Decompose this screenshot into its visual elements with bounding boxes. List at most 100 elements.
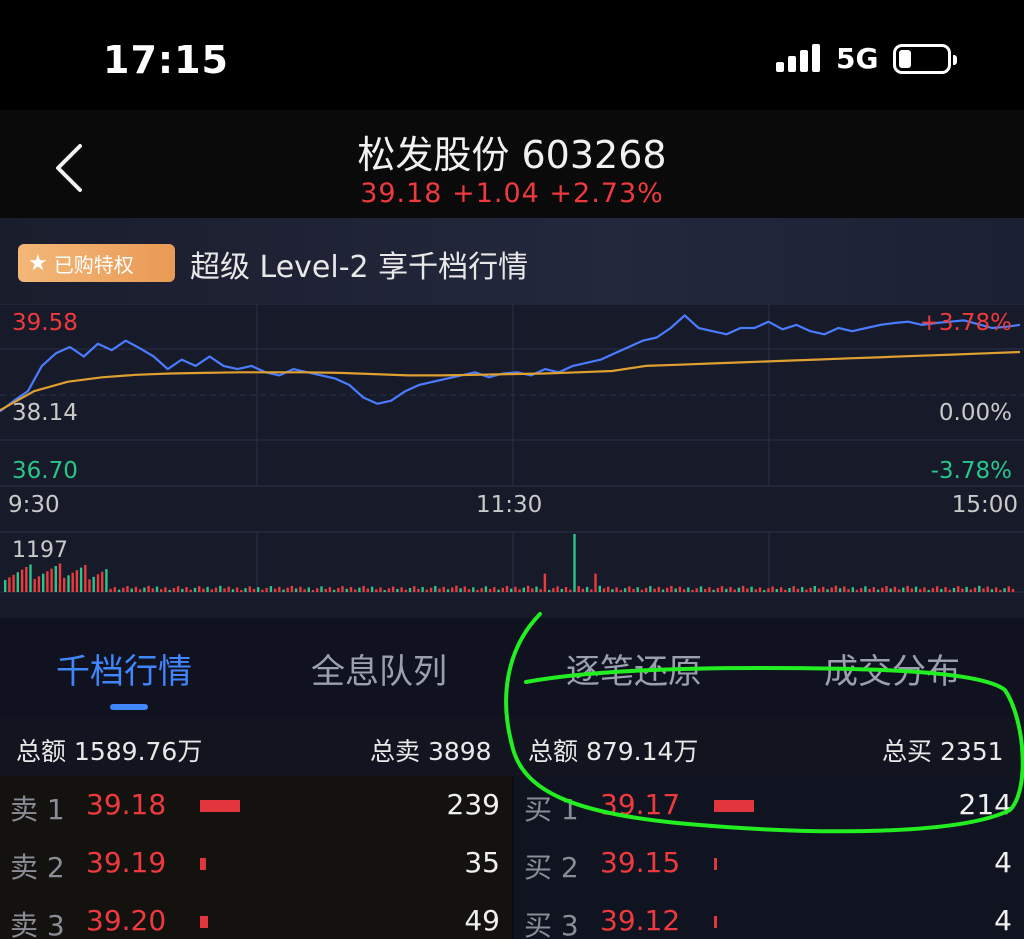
time-start: 9:30 [8,492,60,518]
volume-bar [341,586,344,592]
volume-bar [134,586,138,592]
level2-banner[interactable]: ★ 已购特权 超级 Level-2 享千档行情 [0,218,1024,304]
volume-bar [181,588,184,592]
volume-bar [383,590,386,592]
volume-bar [46,571,49,592]
tab-chengjiao[interactable]: 成交分布 [824,644,960,693]
buy-volume-bar [714,858,717,870]
volume-bar [425,589,429,592]
sell-row-2[interactable]: 卖 2 39.19 35 [0,834,512,892]
volume-bar [514,586,517,592]
volume-bar [37,576,41,592]
volume-bar [307,587,310,592]
buy-price: 39.12 [600,904,681,937]
privilege-badge[interactable]: ★ 已购特权 [18,244,175,282]
volume-bar [729,587,732,592]
sell-total-volume: 总卖 3898 [370,737,492,766]
volume-bar [809,587,812,592]
volume-bar [640,589,644,592]
buy-row-2[interactable]: 买 2 39.15 4 [514,834,1024,892]
buy-qty: 4 [994,904,1012,937]
volume-bar [16,572,19,592]
badge-label: 已购特权 [53,252,134,277]
volume-bar [1011,588,1015,592]
buy-price: 39.15 [600,846,681,879]
status-bar: 17:15 5G [0,0,1024,110]
volume-bar [463,586,466,592]
volume-bar [164,587,167,592]
chart-canvas [0,304,1024,593]
volume-bar [830,587,833,592]
volume-bar [20,569,24,592]
volume-bar [931,588,935,592]
volume-bar [636,587,639,592]
tab-quanxi[interactable]: 全息队列 [311,644,447,693]
volume-bar [299,586,302,592]
volume-bar [750,586,753,592]
volume-bar [278,586,281,592]
sell-volume-bar [200,858,206,870]
volume-bar [763,590,766,592]
volume-bar [113,587,116,592]
volume-bar [101,571,104,592]
buy-volume-bar [714,916,717,928]
stock-header: 松发股份 603268 39.18 +1.04 +2.73% [0,110,1024,218]
volume-bar [358,587,361,592]
volume-bar [754,589,757,592]
buy-qty: 4 [994,846,1012,879]
volume-bar [678,586,682,592]
sell-row-1[interactable]: 卖 1 39.18 239 [0,776,512,834]
volume-bar [493,587,496,592]
volume-bar [168,589,171,592]
volume-bar [607,586,610,592]
volume-bar [455,585,458,592]
sell-row-3[interactable]: 卖 3 39.20 49 [0,892,512,939]
intraday-chart[interactable]: 39.58 38.14 36.70 +3.78% 0.00% -3.78% 9:… [0,304,1024,618]
volume-bar [337,588,340,592]
volume-bar [231,589,235,592]
volume-bar [906,585,909,592]
volume-bar [670,585,673,592]
stock-quote: 39.18 +1.04 +2.73% [360,178,664,209]
volume-bar [189,589,192,592]
volume-bar [379,587,382,592]
volume-bar [404,589,407,592]
volume-bar [526,585,530,592]
price-line [0,314,1021,413]
volume-bar [176,586,180,592]
volume-bar [362,585,365,592]
volume-bar [868,588,871,592]
volume-bar [682,589,686,592]
volume-bar [400,587,403,592]
volume-bar [952,587,956,592]
tab-zhubi[interactable]: 逐笔还原 [566,644,702,693]
volume-bar [573,534,576,592]
buy-total-volume: 总买 2351 [882,737,1004,766]
buy-row-1[interactable]: 买 1 39.17 214 [514,776,1024,834]
volume-bar [771,586,774,592]
volume-bar [522,587,525,592]
volume-bar [235,587,239,592]
volume-bar [801,587,804,592]
chart-top-price: 39.58 [12,310,78,336]
volume-bar [480,588,483,592]
volume-bar [505,586,509,592]
volume-bar [219,585,222,592]
volume-bar [564,587,568,592]
volume-bar [644,587,648,592]
tab-qiandang[interactable]: 千档行情 [56,644,192,693]
volume-bar [990,589,994,592]
chart-low-pct: -3.78% [930,458,1012,484]
volume-bar [817,588,821,592]
volume-bar [198,586,201,592]
volume-bar [501,587,504,592]
sell-label: 卖 3 [10,909,65,939]
volume-bar [847,589,850,592]
volume-bar [138,589,142,592]
order-book: 卖 1 39.18 239 卖 2 39.19 35 卖 3 39.20 49 … [0,776,1024,939]
buy-row-3[interactable]: 买 3 39.12 4 [514,892,1024,939]
buy-price: 39.17 [600,788,681,821]
volume-bar [488,588,492,592]
volume-bar [324,589,327,592]
volume-bar [539,589,542,592]
